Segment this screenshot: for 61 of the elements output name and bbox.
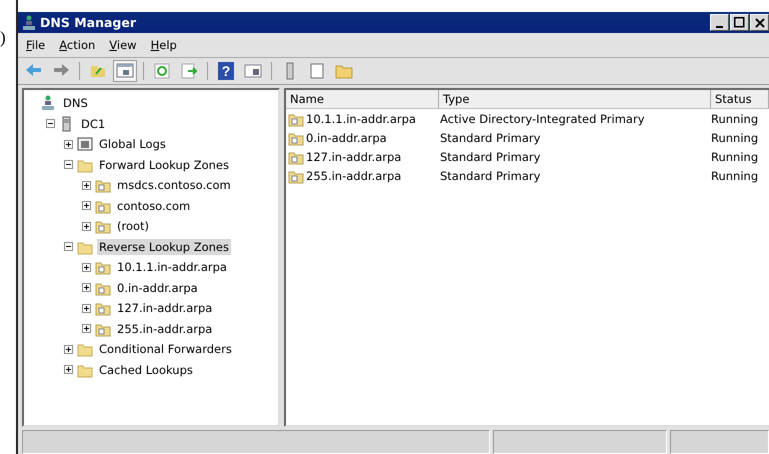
help-button[interactable]: ? [218,62,234,80]
table-cell-text: Running [710,130,760,144]
tree-item[interactable]: 127.in-addr.arpa [115,300,214,316]
zone-name[interactable]: 255.in-addr.arpa [306,168,402,182]
tree-item[interactable]: 10.1.1.in-addr.arpa [115,259,229,276]
table-cell-text: Standard Primary [439,130,542,144]
expand-toggle[interactable] [64,365,73,374]
window-title: DNS Manager [40,15,137,30]
tree-item[interactable]: Cached Lookups [97,362,195,378]
zone-name[interactable]: 10.1.1.in-addr.arpa [306,112,416,126]
tree-item[interactable]: DC1 [79,116,108,132]
page-text-fragment: ) [0,28,6,48]
tree-item[interactable]: (root) [115,218,152,234]
menu-item[interactable]: File [26,38,46,52]
menu-item[interactable]: View [109,38,137,52]
close-icon [754,18,764,28]
expand-toggle[interactable] [64,344,73,354]
tree-item[interactable]: Forward Lookup Zones [97,156,231,173]
tree-item[interactable]: 255.in-addr.arpa [115,320,214,337]
collapse-toggle[interactable] [46,119,55,128]
zone-name[interactable]: 127.in-addr.arpa [306,150,402,164]
tree-item[interactable]: DNS [61,95,90,112]
expand-toggle[interactable] [82,180,91,190]
expand-toggle[interactable] [82,324,91,334]
maximize-button[interactable] [730,14,749,31]
expand-toggle[interactable] [64,140,73,149]
column-header[interactable]: Name [286,90,439,108]
expand-toggle[interactable] [82,283,91,292]
tree-item[interactable]: msdcs.contoso.com [115,177,233,194]
expand-toggle[interactable] [82,304,91,313]
minimize-icon [716,26,723,28]
menu-item[interactable]: Help [150,38,177,52]
dns-server-icon [22,14,36,30]
expand-toggle[interactable] [82,262,91,272]
expand-toggle[interactable] [82,222,91,231]
tree-item[interactable]: contoso.com [115,198,192,214]
tree-item[interactable]: Reverse Lookup Zones [97,238,231,255]
log-book-icon [77,136,93,152]
table-cell-text: Running [710,168,760,182]
tree-item[interactable]: 0.in-addr.arpa [115,280,200,296]
minimize-button[interactable] [710,14,729,31]
table-cell-text: Standard Primary [439,168,542,182]
table-cell-text: Active Directory-Integrated Primary [439,112,646,126]
table-cell-text: Standard Primary [439,150,542,164]
export-list-icon [179,61,199,81]
close-button[interactable] [750,14,769,31]
zone-name[interactable]: 0.in-addr.arpa [306,130,387,144]
console-tree-button[interactable] [113,60,137,82]
tree-item[interactable]: Global Logs [97,136,168,152]
collapse-toggle[interactable] [64,242,73,252]
collapse-toggle[interactable] [64,160,73,170]
table-cell-text: Running [710,150,760,164]
refresh-icon [152,61,172,81]
column-header[interactable]: Status [711,90,769,108]
menu-item[interactable]: Action [59,38,96,52]
tree-item[interactable]: Conditional Forwarders [97,341,234,358]
dns-server-icon [41,95,57,112]
table-cell-text: Running [710,112,760,126]
maximize-icon [734,17,745,28]
expand-toggle[interactable] [82,201,91,210]
column-header[interactable]: Type [439,90,711,108]
